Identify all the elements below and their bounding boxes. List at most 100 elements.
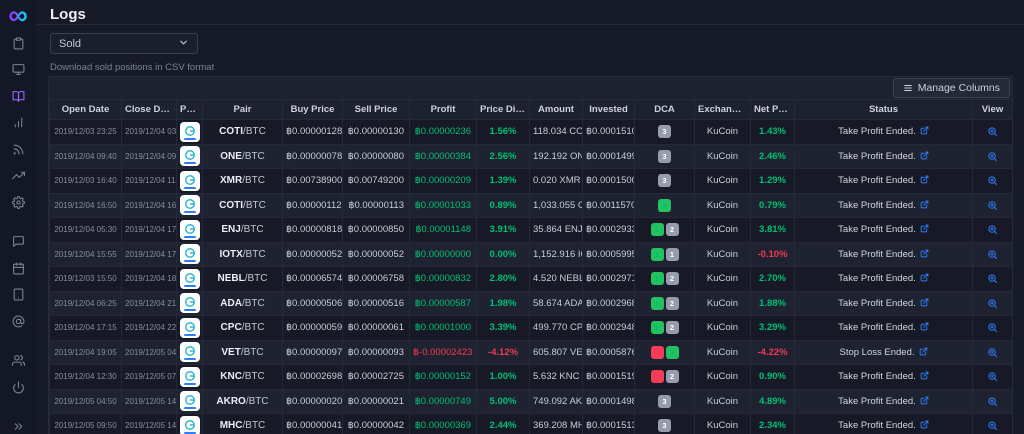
chat-icon[interactable] [0, 229, 36, 256]
provider-cell [177, 169, 203, 194]
column-header[interactable]: Price Differe.. [477, 100, 530, 120]
zoom-in-icon[interactable] [987, 298, 998, 309]
zoom-in-icon[interactable] [987, 175, 998, 186]
provider-cell [177, 193, 203, 218]
download-csv-link[interactable]: Download sold positions in CSV format [50, 62, 214, 73]
users-icon[interactable] [0, 348, 36, 375]
column-header[interactable]: Buy Price [283, 100, 343, 120]
zoom-in-icon[interactable] [987, 371, 998, 382]
monitor-icon[interactable] [0, 57, 36, 84]
zoom-in-icon[interactable] [987, 273, 998, 284]
sell-price-cell: ฿0.00000080 [343, 144, 410, 169]
net-profit-cell: 2.46% [751, 144, 795, 169]
at-sign-icon[interactable] [0, 308, 36, 335]
zoom-in-icon[interactable] [987, 249, 998, 260]
dca-badge: 1 [666, 248, 679, 261]
clipboard-icon[interactable] [0, 30, 36, 57]
dca-cell: 3 [635, 414, 695, 434]
invested-cell: ฿0.00015138 [583, 414, 635, 434]
external-link-icon[interactable] [920, 224, 929, 235]
external-link-icon[interactable] [920, 200, 929, 211]
signal-provider-icon[interactable] [180, 195, 200, 215]
bar-chart-icon[interactable] [0, 110, 36, 137]
column-header[interactable]: DCA [635, 100, 695, 120]
column-header[interactable]: View [973, 100, 1013, 120]
signal-provider-icon[interactable] [180, 293, 200, 313]
exchange-cell: KuCoin [695, 316, 751, 341]
log-type-select[interactable]: Sold [50, 33, 198, 54]
price-difference-cell: 5.00% [477, 389, 530, 414]
external-link-icon[interactable] [920, 322, 929, 333]
dca-badge: 2 [666, 321, 679, 334]
status-cell: Take Profit Ended. [795, 414, 973, 434]
signal-provider-icon[interactable] [180, 146, 200, 166]
sold-positions-table: Open DateClose DateProvi...PairBuy Price… [49, 99, 1013, 434]
signal-provider-icon[interactable] [180, 367, 200, 387]
signal-provider-icon[interactable] [180, 269, 200, 289]
external-link-icon[interactable] [920, 298, 929, 309]
net-profit-cell: -0.10% [751, 242, 795, 267]
signal-provider-icon[interactable] [180, 318, 200, 338]
chevrons-right-icon[interactable] [0, 414, 36, 434]
external-link-icon[interactable] [920, 175, 929, 186]
external-link-icon[interactable] [920, 126, 929, 137]
signal-provider-icon[interactable] [180, 244, 200, 264]
column-header[interactable]: Open Date [50, 100, 122, 120]
signal-provider-icon[interactable] [180, 122, 200, 142]
column-header[interactable]: Net Profit % [751, 100, 795, 120]
log-type-selected-value: Sold [59, 38, 81, 50]
pair-cell: KNC/BTC [203, 365, 283, 390]
signal-provider-icon[interactable] [180, 416, 200, 434]
zoom-in-icon[interactable] [987, 347, 998, 358]
zoom-in-icon[interactable] [987, 151, 998, 162]
zoom-in-icon[interactable] [987, 420, 998, 431]
buy-price-cell: ฿0.00000506 [283, 291, 343, 316]
zoom-in-icon[interactable] [987, 322, 998, 333]
external-link-icon[interactable] [920, 151, 929, 162]
status-cell: Take Profit Ended. [795, 291, 973, 316]
provider-underline [184, 187, 196, 189]
zoom-in-icon[interactable] [987, 200, 998, 211]
sell-price-cell: ฿0.00000850 [343, 218, 410, 243]
signal-provider-icon[interactable] [180, 220, 200, 240]
external-link-icon[interactable] [920, 371, 929, 382]
status-cell: Stop Loss Ended. [795, 340, 973, 365]
column-header[interactable]: Sell Price [343, 100, 410, 120]
column-header[interactable]: Provi... [177, 100, 203, 120]
trending-up-icon[interactable] [0, 163, 36, 190]
external-link-icon[interactable] [919, 347, 928, 358]
manage-columns-button[interactable]: Manage Columns [893, 78, 1010, 98]
external-link-icon[interactable] [920, 396, 929, 407]
column-header[interactable]: Profit [410, 100, 477, 120]
external-link-icon[interactable] [920, 273, 929, 284]
column-header[interactable]: Amount [530, 100, 583, 120]
zoom-in-icon[interactable] [987, 224, 998, 235]
column-header[interactable]: Invested [583, 100, 635, 120]
amount-cell: 192.192 ONE [530, 144, 583, 169]
dca-badge: 3 [658, 150, 671, 163]
pair-cell: MHC/BTC [203, 414, 283, 434]
dca-badge: 3 [658, 395, 671, 408]
power-icon[interactable] [0, 374, 36, 401]
book-logs-icon[interactable] [0, 83, 36, 110]
column-header[interactable]: Close Date [122, 100, 177, 120]
pair-cell: ONE/BTC [203, 144, 283, 169]
calendar-icon[interactable] [0, 255, 36, 282]
zoom-in-icon[interactable] [987, 396, 998, 407]
signal-provider-icon[interactable] [180, 391, 200, 411]
signal-provider-icon[interactable] [180, 171, 200, 191]
profit-cell: ฿0.00000587 [410, 291, 477, 316]
column-header[interactable]: Status [795, 100, 973, 120]
gear-icon[interactable] [0, 189, 36, 216]
column-header[interactable]: Pair [203, 100, 283, 120]
external-link-icon[interactable] [920, 249, 929, 260]
buy-price-cell: ฿0.00000041 [283, 414, 343, 434]
column-header[interactable]: Exchange na.. [695, 100, 751, 120]
tablet-icon[interactable] [0, 282, 36, 309]
app-logo-infinity-icon[interactable]: ∞ [0, 0, 36, 30]
zoom-in-icon[interactable] [987, 126, 998, 137]
sell-price-cell: ฿0.00006758 [343, 267, 410, 292]
signal-provider-icon[interactable] [180, 342, 200, 362]
external-link-icon[interactable] [920, 420, 929, 431]
rss-icon[interactable] [0, 136, 36, 163]
